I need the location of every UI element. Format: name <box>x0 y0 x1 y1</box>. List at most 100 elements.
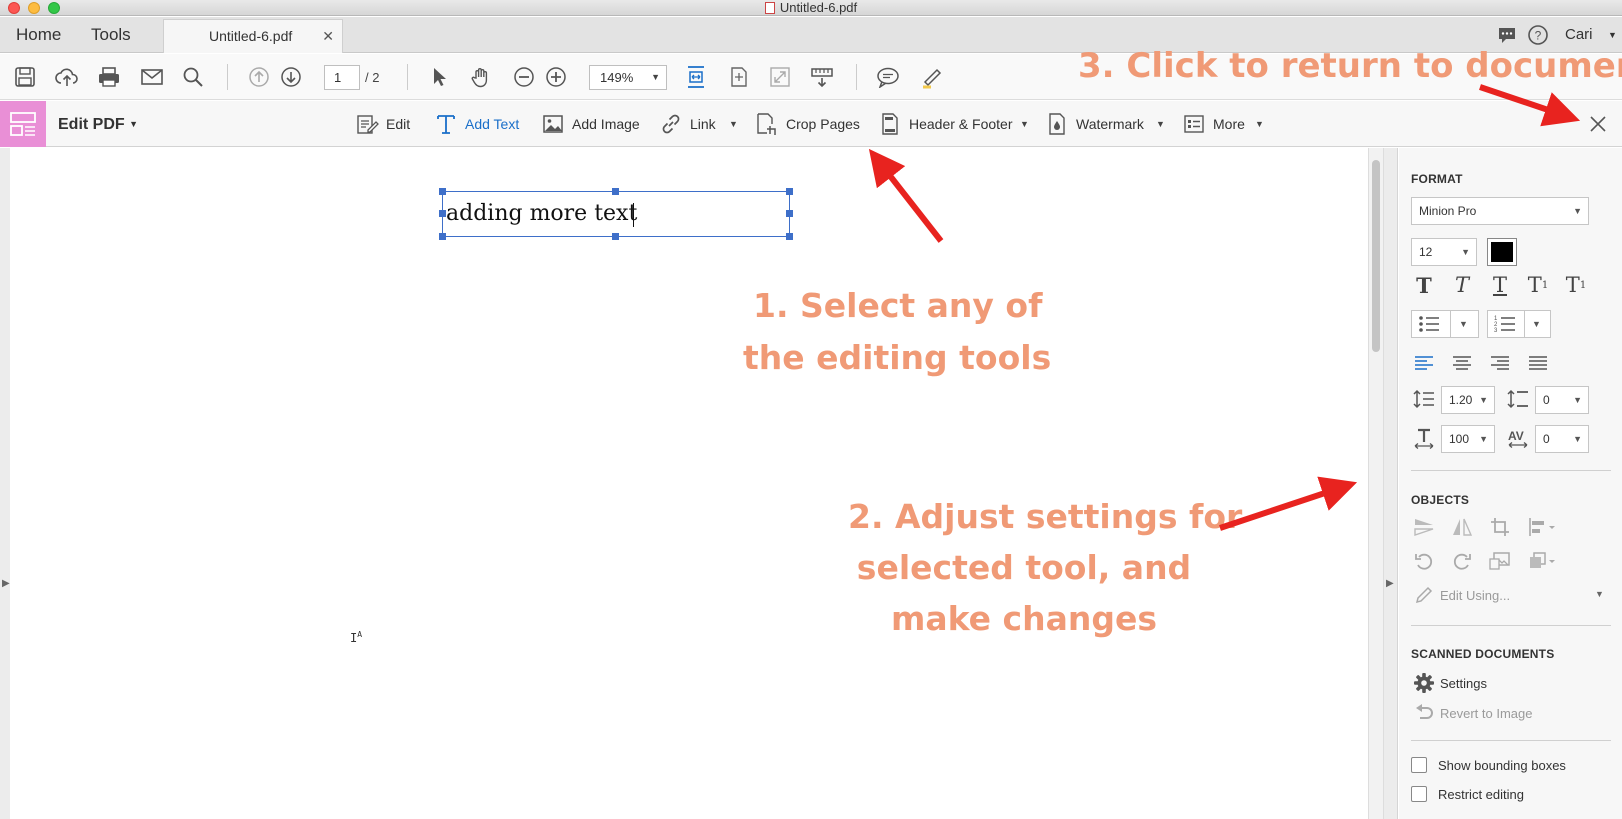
revert-to-image-button[interactable]: Revert to Image <box>1440 706 1533 721</box>
scanned-settings-button[interactable]: Settings <box>1440 676 1487 691</box>
underline-icon[interactable]: T <box>1487 272 1513 298</box>
close-tool-icon[interactable] <box>1585 111 1611 137</box>
arrange-objects-icon[interactable] <box>1525 548 1561 574</box>
document-canvas[interactable] <box>0 148 1368 819</box>
edit-tool-label: Edit <box>386 116 411 132</box>
tab-document[interactable]: Untitled-6.pdf ✕ <box>163 19 343 53</box>
show-bounding-boxes-label: Show bounding boxes <box>1438 758 1566 773</box>
align-right-icon[interactable] <box>1487 350 1513 376</box>
crop-icon[interactable] <box>1487 514 1513 540</box>
toolbar-separator <box>856 64 857 90</box>
tab-tools[interactable]: Tools <box>91 17 131 53</box>
resize-handle[interactable] <box>612 188 619 195</box>
left-panel-expand-icon[interactable]: ▶ <box>2 578 10 589</box>
fit-width-scroll-icon[interactable] <box>684 66 708 88</box>
line-spacing-select[interactable]: 1.20 ▼ <box>1441 386 1495 414</box>
link-dropdown-chevron-icon[interactable]: ▼ <box>729 101 738 147</box>
watermark-dropdown-chevron-icon[interactable]: ▼ <box>1156 101 1165 147</box>
align-left-icon[interactable] <box>1411 350 1437 376</box>
resize-handle[interactable] <box>612 233 619 240</box>
justify-icon[interactable] <box>1525 350 1551 376</box>
paragraph-spacing-icon <box>1505 386 1531 412</box>
resize-handle[interactable] <box>439 233 446 240</box>
resize-handle[interactable] <box>439 210 446 217</box>
full-screen-icon[interactable] <box>768 66 792 88</box>
bullet-list-select[interactable]: ▼ <box>1411 310 1479 338</box>
font-size-select[interactable]: 12 ▼ <box>1411 238 1477 266</box>
objects-heading: OBJECTS <box>1411 493 1470 507</box>
more-dropdown-chevron-icon[interactable]: ▼ <box>1255 101 1264 147</box>
horizontal-scaling-select[interactable]: 100 ▼ <box>1441 425 1495 453</box>
next-page-icon[interactable] <box>279 66 303 88</box>
character-spacing-select[interactable]: 0 ▼ <box>1535 425 1589 453</box>
revert-to-image-label: Revert to Image <box>1440 706 1533 721</box>
link-tool-button[interactable]: Link <box>659 101 716 147</box>
highlight-pen-icon[interactable] <box>920 66 944 89</box>
resize-handle[interactable] <box>439 188 446 195</box>
zoom-in-icon[interactable] <box>544 66 568 88</box>
resize-handle[interactable] <box>786 188 793 195</box>
gear-icon[interactable] <box>1411 670 1437 696</box>
align-center-icon[interactable] <box>1449 350 1475 376</box>
show-bounding-boxes-checkbox[interactable] <box>1411 757 1427 773</box>
flip-horizontal-icon[interactable] <box>1449 514 1475 540</box>
upload-cloud-icon[interactable] <box>55 66 79 88</box>
line-spacing-value: 1.20 <box>1449 393 1473 407</box>
header-footer-tool-button[interactable]: Header & Footer <box>878 101 1013 147</box>
bold-icon[interactable]: T <box>1411 272 1437 298</box>
chevron-down-icon: ▼ <box>1524 311 1541 337</box>
select-tool-icon[interactable] <box>427 66 451 88</box>
paragraph-spacing-select[interactable]: 0 ▼ <box>1535 386 1589 414</box>
add-text-tool-button[interactable]: Add Text <box>434 101 519 147</box>
zoom-level-select[interactable]: 149% ▼ <box>589 65 667 90</box>
paragraph-spacing-value: 0 <box>1543 393 1550 407</box>
text-box-content[interactable]: adding more text <box>446 201 637 226</box>
character-spacing-value: 0 <box>1543 432 1550 446</box>
panel-divider <box>1411 470 1611 471</box>
replace-image-icon[interactable] <box>1487 548 1513 574</box>
text-box[interactable]: adding more text <box>442 191 790 237</box>
page-number-input[interactable]: 1 <box>324 65 360 90</box>
add-image-tool-button[interactable]: Add Image <box>541 101 640 147</box>
watermark-tool-button[interactable]: Watermark <box>1045 101 1144 147</box>
header-footer-dropdown-chevron-icon[interactable]: ▼ <box>1020 101 1029 147</box>
numbered-list-select[interactable]: 123 ▼ <box>1487 310 1551 338</box>
search-icon[interactable] <box>181 66 205 88</box>
resize-handle[interactable] <box>786 233 793 240</box>
comment-icon[interactable] <box>876 66 900 88</box>
svg-text:?: ? <box>1535 29 1542 43</box>
edit-using-chevron-icon[interactable]: ▼ <box>1595 589 1604 599</box>
font-family-select[interactable]: Minion Pro ▼ <box>1411 197 1589 225</box>
chevron-down-icon: ▼ <box>1573 434 1582 444</box>
italic-icon[interactable]: T <box>1449 272 1475 298</box>
hand-tool-icon[interactable] <box>469 66 493 88</box>
crop-pages-tool-button[interactable]: Crop Pages <box>755 101 860 147</box>
scrollbar-thumb[interactable] <box>1372 160 1380 352</box>
resize-handle[interactable] <box>786 210 793 217</box>
previous-page-icon[interactable] <box>247 66 271 88</box>
more-tools-button[interactable]: More <box>1182 101 1245 147</box>
rotate-right-icon[interactable] <box>1449 548 1475 574</box>
superscript-icon[interactable]: T1 <box>1525 272 1551 298</box>
restrict-editing-checkbox[interactable] <box>1411 786 1427 802</box>
email-icon[interactable] <box>140 66 164 88</box>
align-objects-icon[interactable] <box>1525 514 1561 540</box>
edit-using-menu[interactable]: Edit Using... <box>1440 588 1510 603</box>
tab-close-icon[interactable]: ✕ <box>322 20 334 52</box>
save-icon[interactable] <box>13 66 37 88</box>
toolbar-separator <box>227 64 228 90</box>
print-icon[interactable] <box>97 66 121 88</box>
font-color-swatch[interactable] <box>1487 238 1517 266</box>
tab-home[interactable]: Home <box>16 17 61 53</box>
rotate-left-icon[interactable] <box>1411 548 1437 574</box>
scroll-mode-icon[interactable] <box>810 66 834 88</box>
edit-pdf-menu[interactable]: Edit PDF ▼ <box>58 101 138 147</box>
fit-page-icon[interactable] <box>727 66 751 88</box>
right-panel-collapse-icon[interactable]: ▶ <box>1386 578 1394 589</box>
zoom-out-icon[interactable] <box>512 66 536 88</box>
add-text-label: Add Text <box>465 116 520 132</box>
subscript-icon[interactable]: T1 <box>1563 272 1589 298</box>
header-footer-label: Header & Footer <box>909 116 1013 132</box>
flip-vertical-icon[interactable] <box>1411 514 1437 540</box>
edit-tool-button[interactable]: Edit <box>355 101 410 147</box>
